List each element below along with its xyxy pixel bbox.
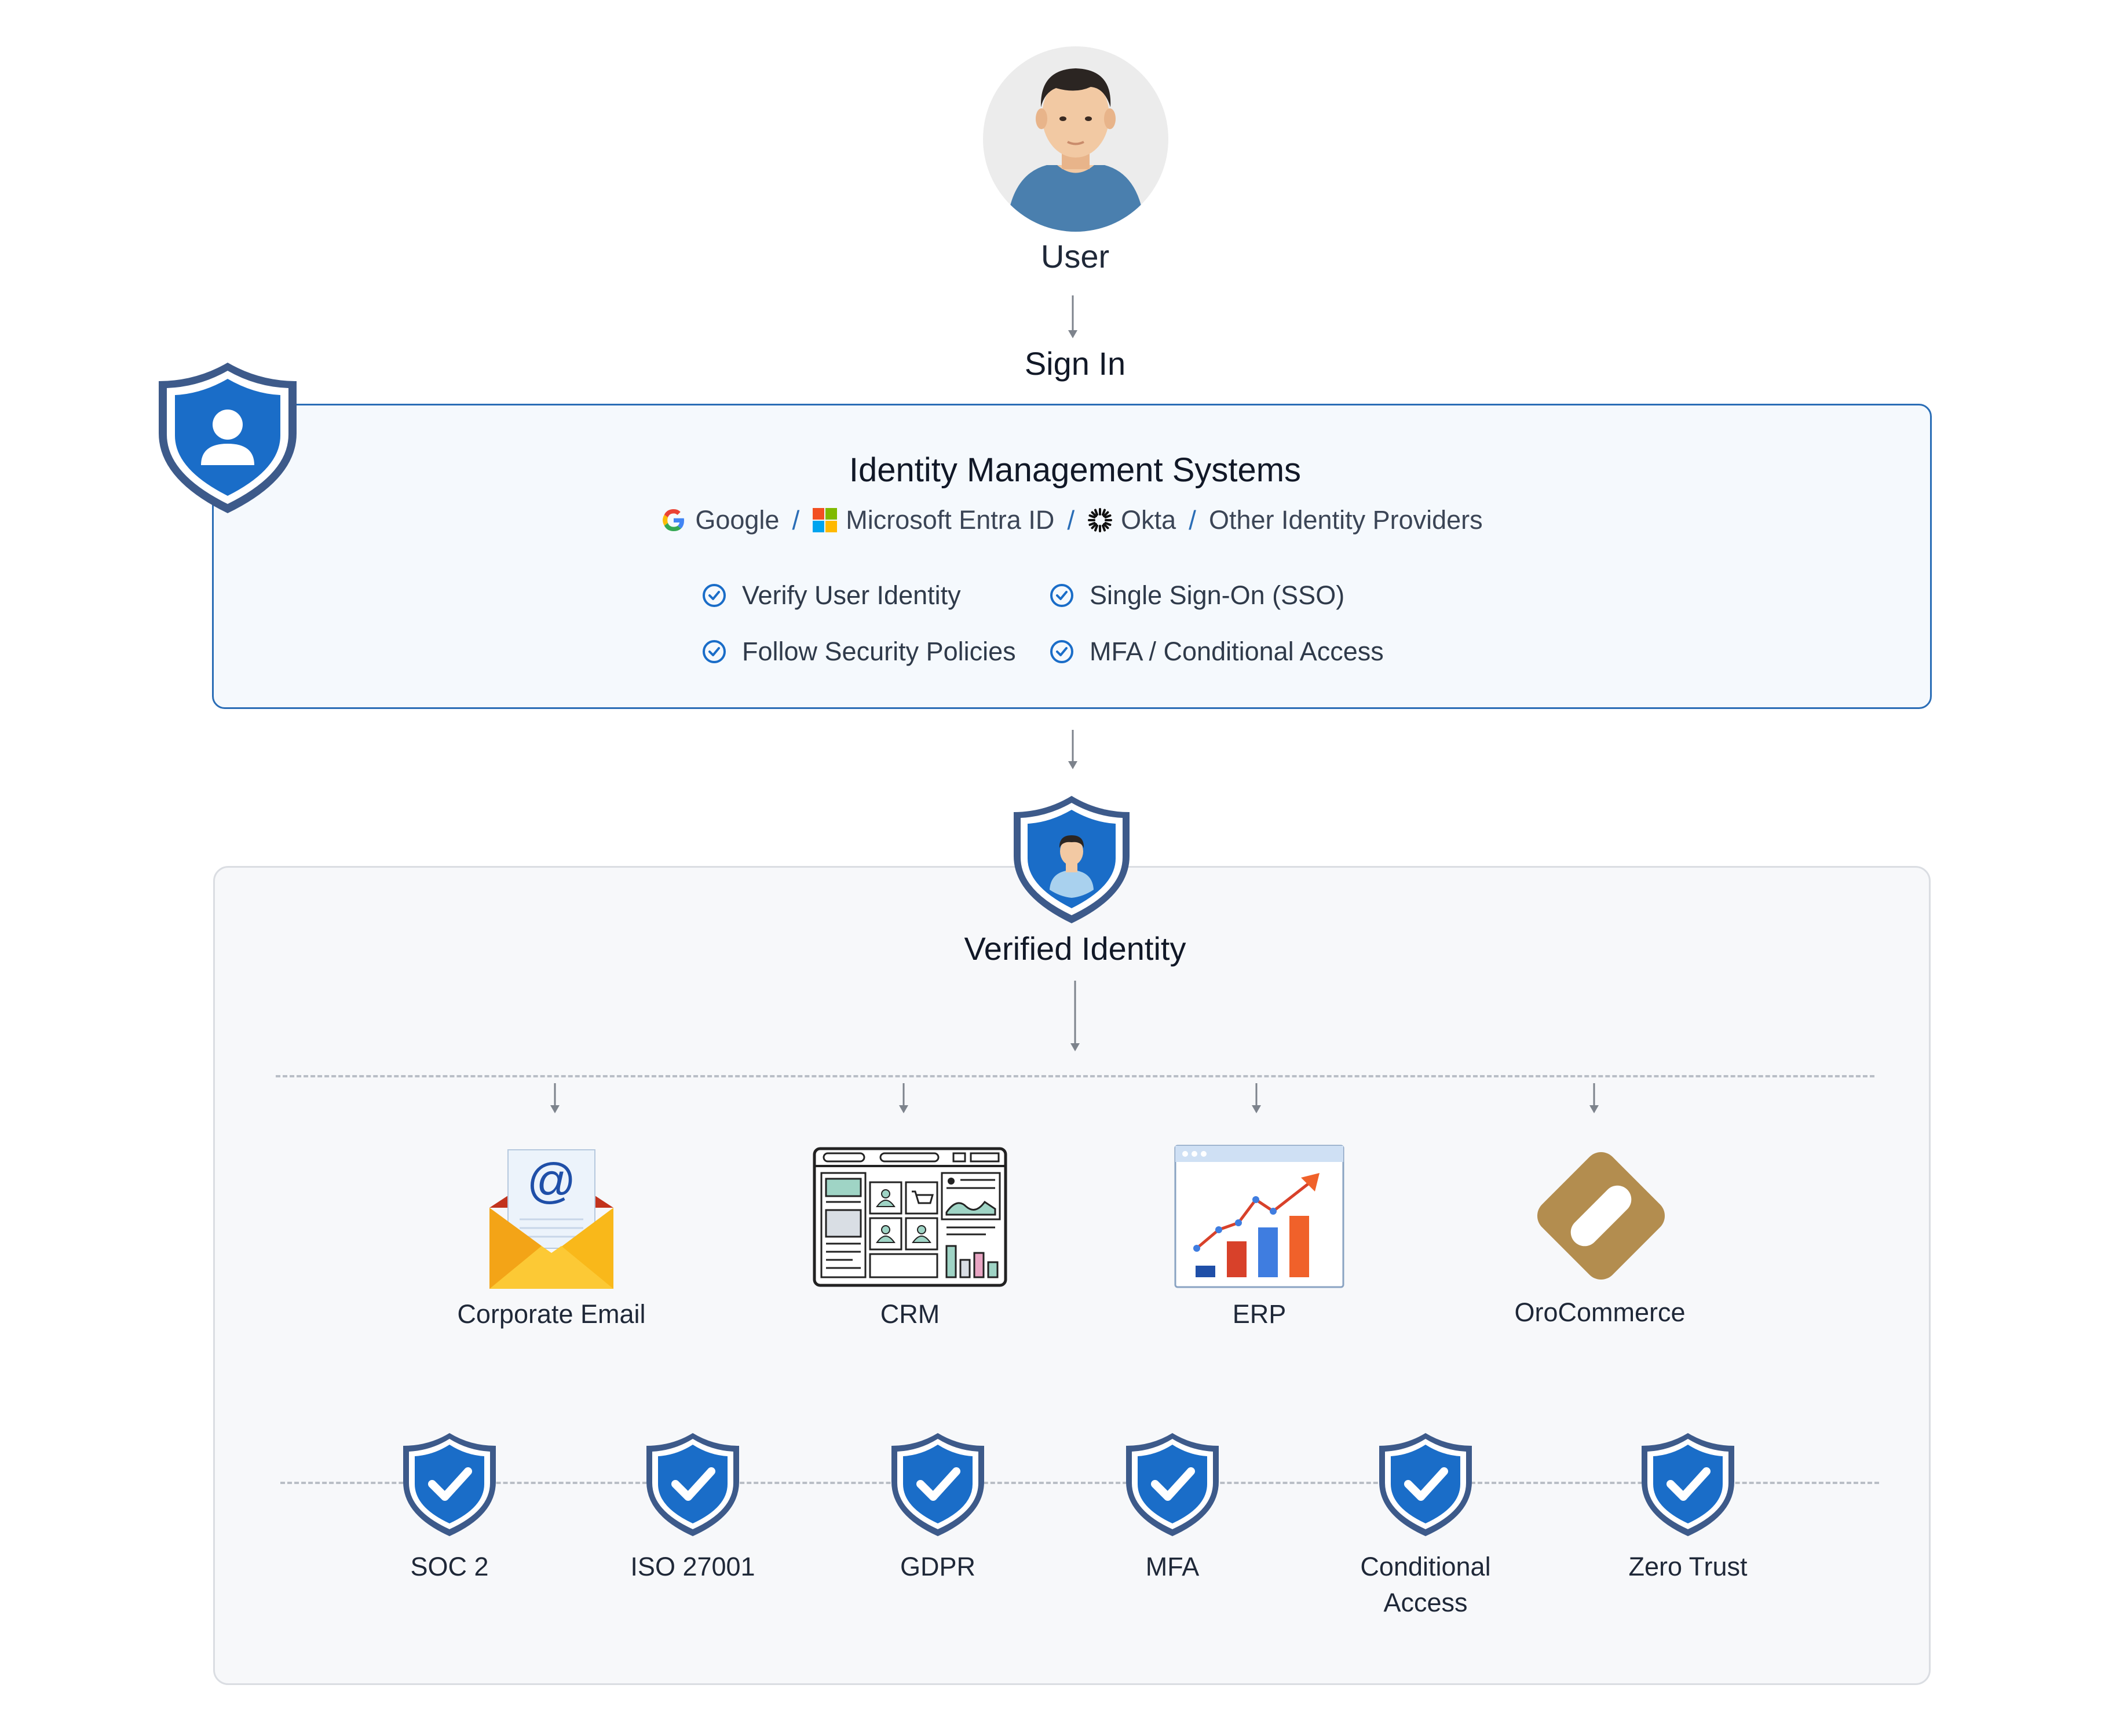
compliance-label: Zero Trust [1628,1552,1748,1581]
check-circle-icon [701,583,727,608]
separator: / [792,505,800,535]
user-label: User [1040,238,1110,275]
feature-label: Verify User Identity [742,580,961,610]
feature-label: Follow Security Policies [742,637,1016,666]
user-shield-icon [152,358,304,516]
verified-identity-label: Verified Identity [964,930,1186,967]
compliance-label: SOC 2 [410,1552,489,1581]
email-icon: @ [489,1144,613,1289]
provider-label: Other Identity Providers [1208,505,1483,535]
microsoft-icon [812,507,838,533]
arrow-down-icon [1061,295,1084,342]
feature-item: MFA / Conditional Access [1049,631,1384,672]
crm-dashboard-icon [812,1144,1008,1288]
feature-item: Follow Security Policies [701,631,1016,672]
sign-in-label: Sign In [1024,345,1126,382]
compliance-label: ISO 27001 [630,1552,755,1581]
compliance-label: MFA [1145,1552,1200,1581]
erp-chart-icon [1174,1144,1345,1289]
arrow-down-icon [1064,981,1087,1056]
check-shield-icon [642,1431,744,1538]
provider-label: Microsoft Entra ID [846,505,1055,535]
provider-label: Okta [1121,505,1176,535]
check-shield-icon [1637,1431,1739,1538]
app-label: OroCommerce [1514,1298,1686,1327]
app-distribution-line [276,1075,1874,1080]
arrow-down-icon [892,1083,915,1118]
arrow-down-icon [1245,1083,1268,1118]
provider-other: Other Identity Providers [1209,505,1483,535]
compliance-label: Conditional Access [1360,1552,1491,1617]
provider-google: Google [660,505,779,535]
provider-microsoft: Microsoft Entra ID [812,505,1054,535]
feature-label: MFA / Conditional Access [1090,637,1384,666]
user-avatar-icon [983,46,1168,232]
identity-management-title: Identity Management Systems [849,451,1302,489]
feature-label: Single Sign-On (SSO) [1090,580,1345,610]
feature-item: Single Sign-On (SSO) [1049,575,1344,616]
check-shield-icon [887,1431,989,1538]
orocommerce-logo-icon [1529,1144,1673,1288]
arrow-down-icon [1583,1083,1606,1118]
svg-text:@: @ [527,1153,576,1208]
app-label: ERP [1232,1299,1287,1329]
feature-item: Verify User Identity [701,575,961,616]
check-circle-icon [701,639,727,664]
check-shield-icon [1121,1431,1223,1538]
arrow-down-icon [543,1083,567,1118]
provider-okta: Okta [1087,505,1176,535]
check-shield-icon [1375,1431,1477,1538]
check-circle-icon [1049,583,1075,608]
check-shield-icon [399,1431,500,1538]
okta-icon [1087,507,1113,533]
separator: / [1067,505,1075,535]
provider-list: Google / Microsoft Entra ID / Okta / Oth… [579,500,1564,540]
verified-user-shield-icon [1008,792,1135,926]
google-icon [660,507,687,533]
app-label: CRM [880,1299,940,1329]
provider-label: Google [695,505,780,535]
arrow-down-icon [1061,730,1084,773]
compliance-label: GDPR [900,1552,975,1581]
app-label: Corporate Email [457,1299,646,1329]
separator: / [1189,505,1196,535]
check-circle-icon [1049,639,1075,664]
